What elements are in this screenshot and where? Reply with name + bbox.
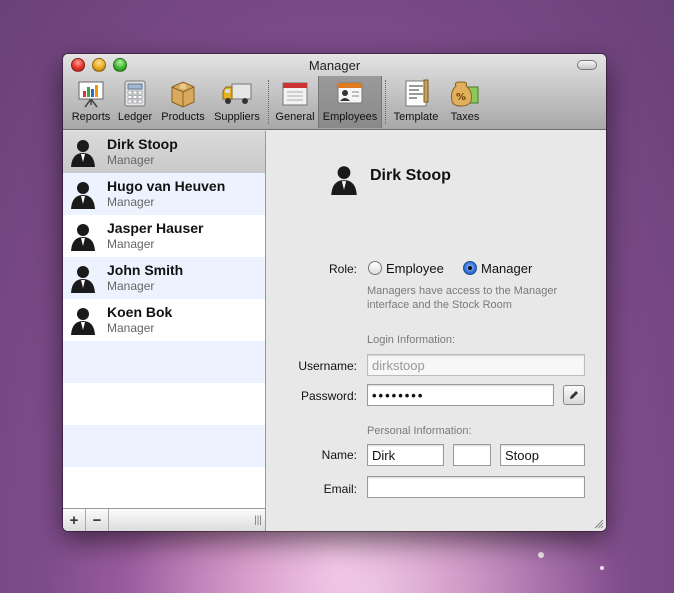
employee-role: Manager <box>107 279 155 293</box>
toolbar-taxes[interactable]: % Taxes <box>443 76 487 123</box>
employees-icon <box>337 82 363 104</box>
middle-name-field[interactable] <box>453 444 491 466</box>
employee-detail: Dirk Stoop Role: Employee Manager Manage… <box>267 131 606 531</box>
person-icon <box>71 140 95 167</box>
list-item[interactable]: John Smith Manager <box>63 257 265 299</box>
toolbar-general[interactable]: General <box>272 76 318 123</box>
person-icon <box>331 166 357 195</box>
suppliers-icon <box>222 83 252 104</box>
edit-password-button[interactable] <box>563 385 585 405</box>
empty-row <box>63 341 265 383</box>
role-hint: Managers have access to the Manager inte… <box>367 285 558 311</box>
password-label: Password: <box>300 389 357 403</box>
personal-section-heading: Personal Information: <box>367 425 472 437</box>
toolbar-products[interactable]: Products <box>157 76 209 123</box>
toolbar-template[interactable]: Template <box>389 76 443 123</box>
toolbar-reports-label: Reports <box>71 111 111 123</box>
pencil-icon <box>570 391 578 399</box>
email-label: Email: <box>323 482 357 496</box>
list-item[interactable]: Jasper Hauser Manager <box>63 215 265 257</box>
ledger-icon <box>124 80 146 107</box>
employee-name: John Smith <box>107 262 184 278</box>
toolbar-ledger[interactable]: Ledger <box>113 76 157 123</box>
toolbar-separator <box>268 80 269 124</box>
window-title: Manager <box>308 58 361 73</box>
employee-role: Manager <box>107 237 155 251</box>
employee-list: Dirk Stoop Manager Hugo van Heuven Manag… <box>63 131 265 508</box>
email-field[interactable] <box>367 476 585 498</box>
toolbar-reports[interactable]: Reports <box>69 76 113 123</box>
employee-role: Manager <box>107 153 155 167</box>
employee-name: Hugo van Heuven <box>107 178 226 194</box>
person-icon <box>71 308 95 335</box>
taxes-icon: % <box>451 81 479 107</box>
add-employee-button[interactable]: + <box>63 509 86 531</box>
name-label: Name: <box>321 448 357 462</box>
empty-row <box>63 383 265 425</box>
toolbar-taxes-label: Taxes <box>450 111 480 123</box>
role-label: Role: <box>328 262 357 276</box>
toolbar-products-label: Products <box>161 111 205 123</box>
last-name-field[interactable] <box>500 444 585 466</box>
employee-role: Manager <box>107 321 155 335</box>
desktop-sparkle <box>538 552 544 558</box>
split-resize-grip[interactable]: ||| <box>251 509 265 531</box>
general-icon <box>282 82 308 106</box>
toolbar-employees-label: Employees <box>322 111 378 123</box>
person-icon <box>71 224 95 251</box>
window-resize-icon[interactable] <box>593 518 604 529</box>
products-icon <box>171 81 195 108</box>
toolbar-general-label: General <box>275 111 315 123</box>
employee-role: Manager <box>107 195 155 209</box>
person-icon <box>71 266 95 293</box>
employee-name: Jasper Hauser <box>107 220 204 236</box>
manager-window: Manager Reports Ledger Products Supplier… <box>63 54 606 531</box>
list-item[interactable]: Hugo van Heuven Manager <box>63 173 265 215</box>
titlebar: Manager Reports Ledger Products Supplier… <box>63 54 606 130</box>
toolbar-employees[interactable]: Employees <box>318 76 382 128</box>
empty-row <box>63 467 265 508</box>
toolbar: Reports Ledger Products Suppliers Genera… <box>63 76 606 128</box>
toolbar-toggle-button[interactable] <box>577 60 597 70</box>
toolbar-ledger-label: Ledger <box>117 111 153 123</box>
toolbar-suppliers-label: Suppliers <box>214 111 260 123</box>
login-section-heading: Login Information: <box>367 334 456 346</box>
first-name-field[interactable] <box>367 444 444 466</box>
list-item[interactable]: Dirk Stoop Manager <box>63 131 265 173</box>
role-employee-radio[interactable] <box>368 261 382 275</box>
reports-icon <box>78 81 104 108</box>
toolbar-suppliers[interactable]: Suppliers <box>209 76 265 123</box>
desktop-sparkle <box>600 566 604 570</box>
password-field[interactable] <box>367 384 554 406</box>
employee-name: Dirk Stoop <box>107 136 178 152</box>
list-item[interactable]: Koen Bok Manager <box>63 299 265 341</box>
role-manager-label[interactable]: Manager <box>481 261 532 276</box>
sidebar-footer: + − ||| <box>63 508 265 531</box>
empty-row <box>63 425 265 467</box>
detail-employee-name: Dirk Stoop <box>370 167 451 184</box>
username-label: Username: <box>298 359 357 373</box>
role-employee-label[interactable]: Employee <box>386 261 444 276</box>
toolbar-separator <box>385 80 386 124</box>
employee-name: Koen Bok <box>107 304 173 320</box>
username-field[interactable] <box>367 354 585 376</box>
employee-sidebar: Dirk Stoop Manager Hugo van Heuven Manag… <box>63 131 266 531</box>
svg-text:%: % <box>456 92 466 103</box>
person-icon <box>71 182 95 209</box>
template-icon <box>405 79 429 107</box>
remove-employee-button[interactable]: − <box>86 509 109 531</box>
toolbar-template-label: Template <box>393 111 439 123</box>
role-manager-radio[interactable] <box>463 261 477 275</box>
